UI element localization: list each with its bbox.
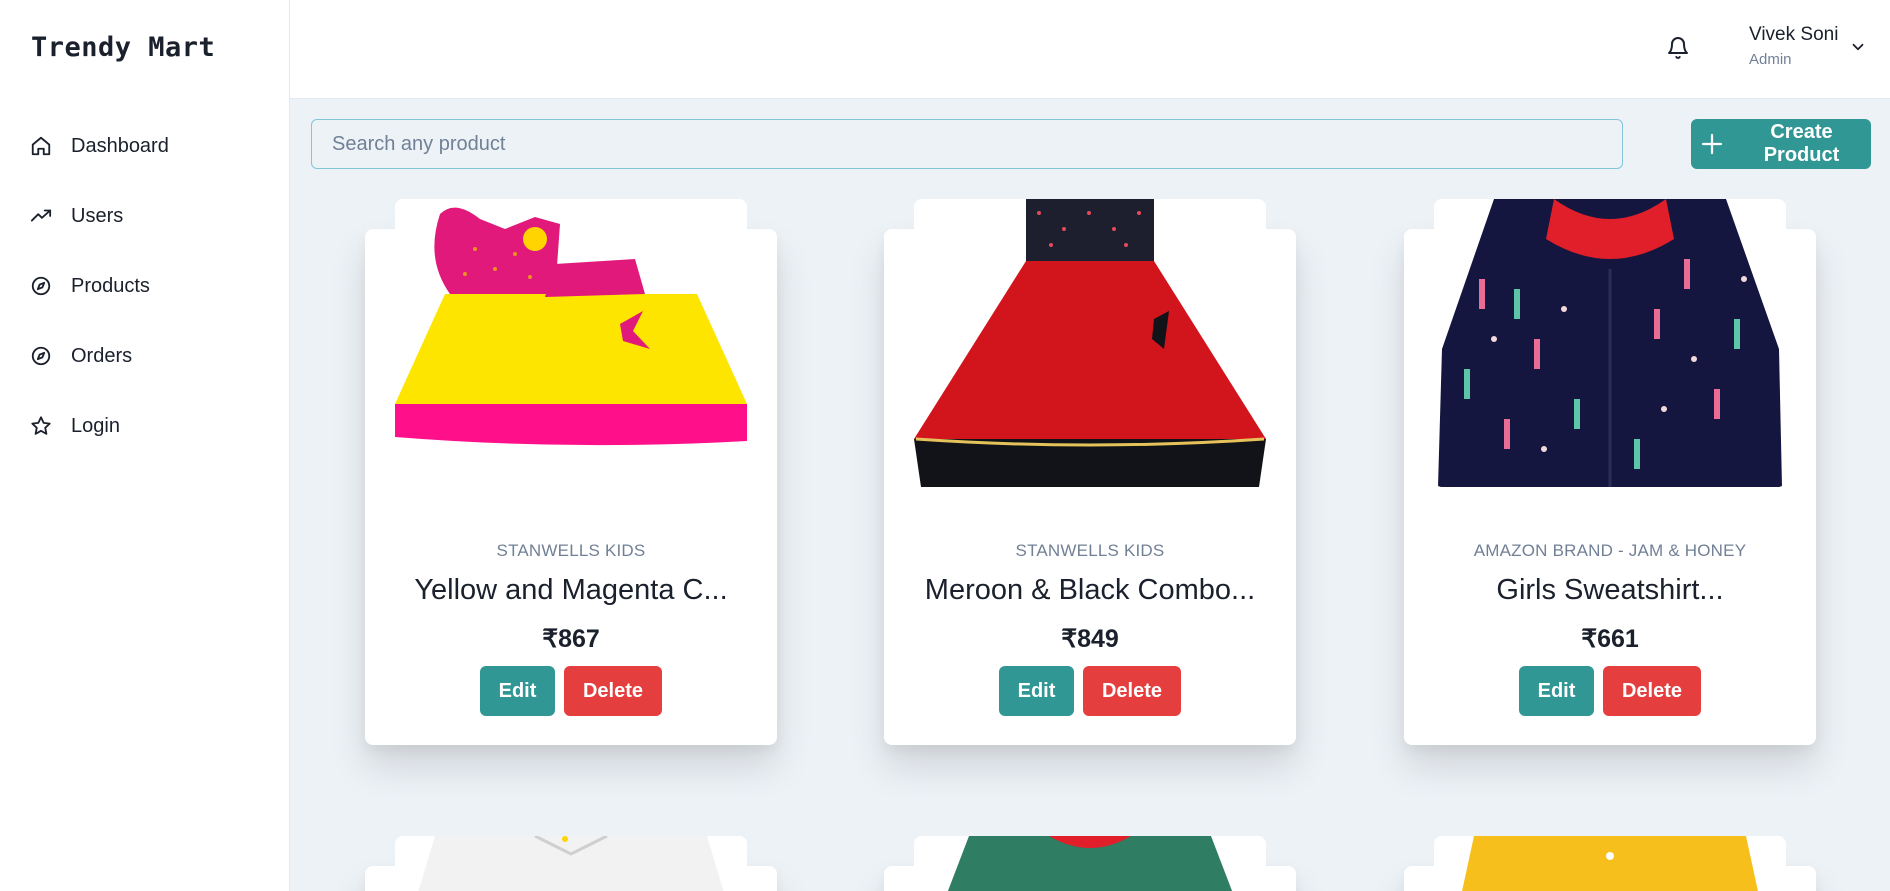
product-image[interactable] — [914, 199, 1266, 487]
delete-button[interactable]: Delete — [1603, 666, 1701, 716]
trending-up-icon — [30, 205, 52, 227]
product-brand: STANWELLS KIDS — [496, 541, 646, 560]
sidebar-item-label: Dashboard — [71, 134, 169, 157]
user-role: Admin — [1749, 51, 1792, 68]
product-image[interactable] — [395, 836, 747, 891]
product-brand: AMAZON BRAND - JAM & HONEY — [1473, 541, 1747, 560]
sidebar-item-label: Products — [71, 274, 150, 297]
product-title[interactable]: Girls Sweatshirt... — [1404, 574, 1816, 607]
edit-button[interactable]: Edit — [999, 666, 1074, 716]
user-name: Vivek Soni — [1749, 24, 1839, 45]
sidebar-item-products[interactable]: Products — [0, 251, 290, 321]
product-image[interactable] — [395, 199, 747, 487]
product-image[interactable] — [1434, 199, 1786, 487]
delete-button[interactable]: Delete — [564, 666, 662, 716]
top-bar — [290, 0, 1890, 99]
product-price: ₹849 — [1061, 625, 1119, 653]
sidebar-item-users[interactable]: Users — [0, 181, 290, 251]
app-logo[interactable]: Trendy Mart — [31, 32, 215, 63]
sidebar-item-label: Login — [71, 414, 120, 437]
product-title[interactable]: Yellow and Magenta C... — [365, 574, 777, 607]
product-actions: Edit Delete — [884, 666, 1296, 716]
delete-button[interactable]: Delete — [1083, 666, 1181, 716]
product-brand: STANWELLS KIDS — [1015, 541, 1165, 560]
product-title[interactable]: Meroon & Black Combo... — [884, 574, 1296, 607]
product-price: ₹661 — [1581, 625, 1639, 653]
create-product-label: Create Product — [1763, 121, 1840, 166]
create-product-button[interactable]: Create Product — [1691, 119, 1871, 169]
sidebar-item-label: Orders — [71, 344, 133, 367]
product-actions: Edit Delete — [365, 666, 777, 716]
star-icon — [30, 415, 52, 437]
sidebar: Trendy Mart Dashboard Users Products Ord… — [0, 0, 290, 891]
sidebar-item-login[interactable]: Login — [0, 391, 290, 461]
sidebar-item-dashboard[interactable]: Dashboard — [0, 111, 290, 181]
chevron-down-icon[interactable] — [1849, 38, 1867, 56]
compass-icon — [30, 275, 52, 297]
edit-button[interactable]: Edit — [480, 666, 555, 716]
product-actions: Edit Delete — [1404, 666, 1816, 716]
product-image[interactable] — [914, 836, 1266, 891]
compass-icon — [30, 345, 52, 367]
plus-icon — [1700, 132, 1724, 156]
product-image[interactable] — [1434, 836, 1786, 891]
user-menu[interactable]: Vivek Soni Admin — [1749, 24, 1838, 68]
search-input[interactable] — [311, 119, 1623, 169]
edit-button[interactable]: Edit — [1519, 666, 1594, 716]
product-price: ₹867 — [542, 625, 600, 653]
sidebar-item-label: Users — [71, 204, 124, 227]
sidebar-nav: Dashboard Users Products Orders Login — [0, 111, 290, 461]
home-icon — [30, 135, 52, 157]
bell-icon[interactable] — [1664, 34, 1692, 62]
sidebar-item-orders[interactable]: Orders — [0, 321, 290, 391]
